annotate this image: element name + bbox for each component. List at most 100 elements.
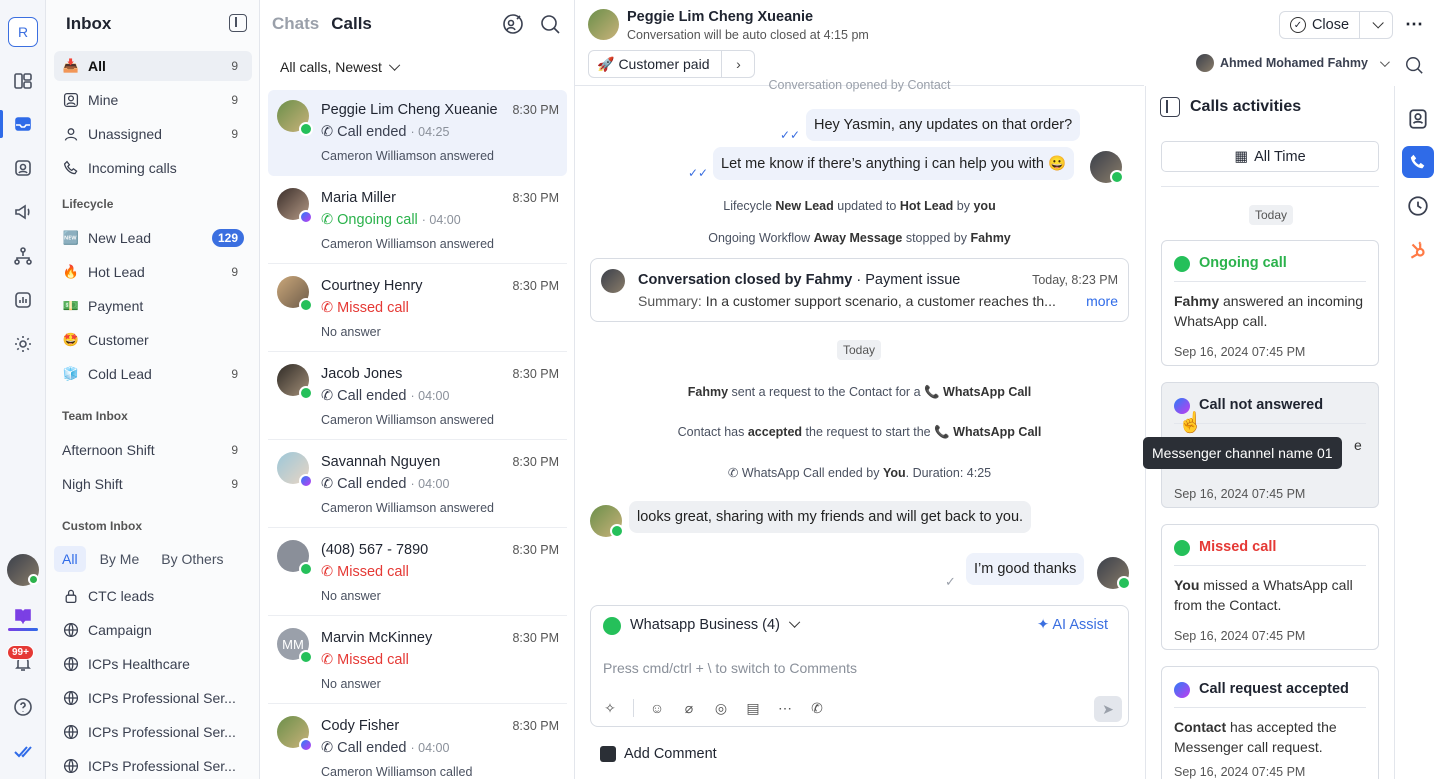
message-text: looks great, sharing with my friends and… <box>637 509 1024 525</box>
lifecycle-system-note: Lifecycle New Lead updated to Hot Lead b… <box>723 199 996 213</box>
call-status: ✆ Call ended · 04:25 <box>321 124 449 140</box>
reports-icon[interactable] <box>12 289 34 311</box>
call-list-item[interactable]: Jacob Jones 8:30 PM ✆ Call ended · 04:00 Came… <box>268 354 567 440</box>
add-comment-button[interactable]: Add Comment <box>600 746 717 762</box>
more-options-icon[interactable]: ⋯ <box>1405 14 1424 35</box>
whatsapp-icon <box>299 122 313 136</box>
inbox-title: Inbox <box>66 14 112 33</box>
inbox-item-all[interactable]: 📥 All 9 <box>54 51 252 81</box>
missed-call-icon: ✆ <box>321 564 334 580</box>
chevron-down-icon <box>388 59 401 71</box>
call-list-item[interactable]: Savannah Nguyen 8:30 PM ✆ Call ended · 04:00… <box>268 442 567 528</box>
team-item-nigh[interactable]: Nigh Shift 9 <box>54 469 252 499</box>
ongoing-call-icon: ✆ <box>321 212 334 228</box>
guide-progress <box>8 628 38 631</box>
call-activity-card[interactable]: Ongoing call Fahmy answered an incoming W… <box>1161 240 1379 366</box>
custom-item[interactable]: ICPs Professional Ser... <box>54 717 252 747</box>
more-link[interactable]: more <box>1086 293 1118 309</box>
calls-app-icon[interactable] <box>1402 146 1434 178</box>
send-icon[interactable]: ➤ <box>1094 696 1122 722</box>
tab-calls[interactable]: Calls <box>331 14 372 34</box>
contact-card-icon[interactable] <box>1402 103 1434 135</box>
search-icon[interactable] <box>539 13 561 35</box>
snippet-icon[interactable]: ◎ <box>712 699 730 717</box>
call-list-item[interactable]: MM Marvin McKinney 8:30 PM ✆ Missed call No a… <box>268 618 567 704</box>
workflow-icon[interactable] <box>12 245 34 267</box>
assignee-selector[interactable]: Ahmed Mohamed Fahmy <box>1196 54 1390 72</box>
lifecycle-chip[interactable]: 🚀 Customer paid › <box>588 50 756 78</box>
broadcast-icon[interactable] <box>12 201 34 223</box>
call-duration: · 04:00 <box>410 477 450 491</box>
settings-gear-icon[interactable] <box>12 333 34 355</box>
custom-item[interactable]: ICPs Healthcare <box>54 649 252 679</box>
hubspot-icon[interactable] <box>1402 234 1434 266</box>
whatsapp-call-icon[interactable]: ✆ <box>808 699 826 717</box>
panel-toggle-icon[interactable] <box>1160 97 1180 117</box>
tab-chats[interactable]: Chats <box>272 14 319 34</box>
call-time: 8:30 PM <box>512 191 559 205</box>
calls-list-panel: Chats Calls All calls, Newest Peggie Lim… <box>260 0 575 779</box>
contact-avatar[interactable] <box>588 9 619 40</box>
custom-tab-all[interactable]: All <box>54 546 86 572</box>
close-options-chevron-icon[interactable] <box>1360 12 1392 38</box>
call-answered-by: No answer <box>321 677 381 691</box>
search-icon[interactable] <box>1404 55 1424 78</box>
read-check-icon: ✓✓ <box>688 166 709 180</box>
call-list-item[interactable]: Courtney Henry 8:30 PM ✆ Missed call No answ… <box>268 266 567 352</box>
ai-assist-button[interactable]: ✦ AI Assist <box>1037 617 1108 633</box>
lifecycle-item-cold-lead[interactable]: 🧊 Cold Lead 9 <box>54 359 252 389</box>
call-activity-card[interactable]: Call request accepted Contact has accepte… <box>1161 666 1379 779</box>
custom-item[interactable]: Campaign <box>54 615 252 645</box>
list-tabs: Chats Calls <box>272 14 372 34</box>
custom-tab-by-me[interactable]: By Me <box>92 546 148 572</box>
custom-item[interactable]: ICPs Professional Ser... <box>54 751 252 779</box>
chevron-right-icon[interactable]: › <box>722 56 754 72</box>
inbox-item-incoming-calls[interactable]: Incoming calls <box>54 153 252 183</box>
guide-book-icon[interactable] <box>12 605 34 627</box>
inbox-item-unassigned[interactable]: Unassigned 9 <box>54 119 252 149</box>
custom-tab-by-others[interactable]: By Others <box>153 546 231 572</box>
inbox-nav-icon[interactable] <box>12 113 34 135</box>
call-list-item[interactable]: Maria Miller 8:30 PM ✆ Ongoing call · 04:00 C… <box>268 178 567 264</box>
team-count: 9 <box>231 477 238 491</box>
magic-wand-icon[interactable]: ✧ <box>601 699 619 717</box>
lifecycle-item-customer[interactable]: 🤩 Customer <box>54 325 252 355</box>
team-inbox-title: Team Inbox <box>62 409 128 423</box>
lifecycle-item-new-lead[interactable]: 🆕 New Lead 129 <box>54 223 252 253</box>
workspace-switcher[interactable]: R <box>8 17 38 47</box>
history-clock-icon[interactable] <box>1402 190 1434 222</box>
layout-icon[interactable] <box>12 70 34 92</box>
call-list-item[interactable]: Peggie Lim Cheng Xueanie 8:30 PM ✆ Call end… <box>268 90 567 176</box>
call-answered-by: Cameron Williamson answered <box>321 413 494 427</box>
side-app-rail <box>1394 86 1440 779</box>
contact-name[interactable]: Peggie Lim Cheng Xueanie <box>627 9 813 25</box>
help-icon[interactable] <box>12 696 34 718</box>
template-icon[interactable]: ▤ <box>744 699 762 717</box>
call-activity-card[interactable]: Missed call You missed a WhatsApp call fr… <box>1161 524 1379 650</box>
emoji-icon[interactable]: ☺ <box>648 699 666 717</box>
call-list-item[interactable]: Cody Fisher 8:30 PM ✆ Call ended · 04:00 Came… <box>268 706 567 779</box>
channel-selector[interactable]: Whatsapp Business (4) <box>630 616 801 633</box>
team-item-afternoon[interactable]: Afternoon Shift 9 <box>54 435 252 465</box>
call-request-note: Fahmy sent a request to the Contact for … <box>687 385 1032 399</box>
lifecycle-item-payment[interactable]: 💵 Payment <box>54 291 252 321</box>
variable-icon[interactable]: ⋯ <box>776 699 794 717</box>
close-button[interactable]: ✓ Close <box>1280 12 1360 38</box>
activity-body: You missed a WhatsApp call from the Cont… <box>1174 575 1369 615</box>
filter-people-icon[interactable] <box>502 13 524 35</box>
double-check-logo-icon <box>12 740 34 762</box>
lifecycle-chip-label: Customer paid <box>618 56 710 72</box>
app-root: R 99+ Inbox 📥 All 9 Mine 9 Unassigned 9 Inco… <box>0 0 1440 779</box>
collapse-sidebar-icon[interactable] <box>229 14 247 32</box>
contacts-icon[interactable] <box>12 157 34 179</box>
calls-filter-dropdown[interactable]: All calls, Newest <box>280 59 401 75</box>
composer-toolbar: ✧ ☺ ⌀ ◎ ▤ ⋯ ✆ <box>601 699 826 717</box>
custom-item[interactable]: CTC leads <box>54 581 252 611</box>
composer-input[interactable]: Press cmd/ctrl + \ to switch to Comments <box>603 660 857 676</box>
lifecycle-item-hot-lead[interactable]: 🔥 Hot Lead 9 <box>54 257 252 287</box>
inbox-item-mine[interactable]: Mine 9 <box>54 85 252 115</box>
date-range-button[interactable]: ▦ All Time <box>1161 141 1379 172</box>
attachment-icon[interactable]: ⌀ <box>680 699 698 717</box>
call-list-item[interactable]: (408) 567 - 7890 8:30 PM ✆ Missed call No an… <box>268 530 567 616</box>
custom-item[interactable]: ICPs Professional Ser... <box>54 683 252 713</box>
